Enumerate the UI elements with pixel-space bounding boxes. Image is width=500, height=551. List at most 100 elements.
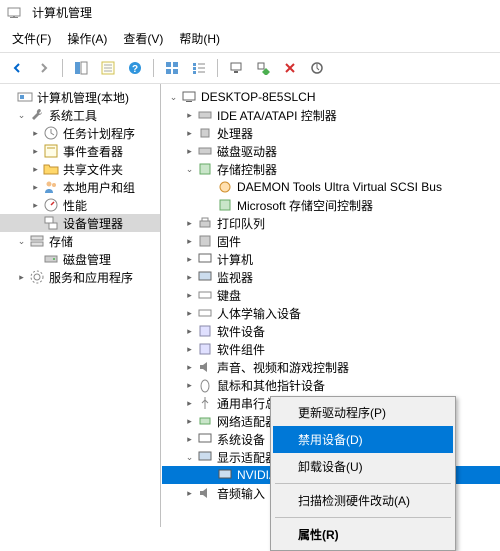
view-list-icon[interactable] xyxy=(187,56,211,80)
collapse-icon[interactable]: ⌄ xyxy=(166,92,181,103)
toolbar: ? xyxy=(0,52,500,84)
device-category[interactable]: ▸处理器 xyxy=(162,124,500,142)
expand-icon[interactable]: ▸ xyxy=(182,146,197,157)
enable-icon[interactable] xyxy=(251,56,275,80)
tree-disk-mgmt[interactable]: ▸磁盘管理 xyxy=(0,250,160,268)
ctx-update-driver[interactable]: 更新驱动程序(P) xyxy=(273,399,453,426)
label: 系统工具 xyxy=(49,107,97,124)
expand-icon[interactable]: ▸ xyxy=(28,164,43,175)
keyboard-icon xyxy=(197,287,213,303)
menu-help[interactable]: 帮助(H) xyxy=(171,27,228,50)
label: 音频输入 xyxy=(217,485,265,502)
view-small-icon[interactable] xyxy=(160,56,184,80)
device-category[interactable]: ▸鼠标和其他指针设备 xyxy=(162,376,500,394)
collapse-icon[interactable]: ⌄ xyxy=(182,452,197,463)
expand-icon[interactable]: ▸ xyxy=(182,272,197,283)
label: 系统设备 xyxy=(217,431,265,448)
expand-icon[interactable]: ▸ xyxy=(28,146,43,157)
ctx-disable-device[interactable]: 禁用设备(D) xyxy=(273,426,453,453)
device-category[interactable]: ▸声音、视频和游戏控制器 xyxy=(162,358,500,376)
ctx-scan-hardware[interactable]: 扫描检测硬件改动(A) xyxy=(273,487,453,514)
device-category[interactable]: ▸IDE ATA/ATAPI 控制器 xyxy=(162,106,500,124)
hid-icon xyxy=(197,305,213,321)
expand-icon[interactable]: ▸ xyxy=(182,254,197,265)
device-category[interactable]: ▸打印队列 xyxy=(162,214,500,232)
show-hide-tree-button[interactable] xyxy=(69,56,93,80)
properties-icon[interactable] xyxy=(96,56,120,80)
label: DAEMON Tools Ultra Virtual SCSI Bus xyxy=(237,180,442,194)
expand-icon[interactable]: ▸ xyxy=(182,290,197,301)
context-menu: 更新驱动程序(P) 禁用设备(D) 卸载设备(U) 扫描检测硬件改动(A) 属性… xyxy=(270,396,456,551)
audio-icon xyxy=(197,485,213,501)
tree-local-users[interactable]: ▸本地用户和组 xyxy=(0,178,160,196)
device-category[interactable]: ▸软件设备 xyxy=(162,322,500,340)
expand-icon[interactable]: ▸ xyxy=(182,362,197,373)
expand-icon[interactable]: ▸ xyxy=(182,488,197,499)
expand-icon[interactable]: ▸ xyxy=(182,380,197,391)
device-item[interactable]: ▸DAEMON Tools Ultra Virtual SCSI Bus xyxy=(162,178,500,196)
tree-services[interactable]: ▸ 服务和应用程序 xyxy=(0,268,160,286)
expand-icon[interactable]: ▸ xyxy=(182,308,197,319)
monitor-icon xyxy=(197,269,213,285)
svg-text:?: ? xyxy=(132,64,138,75)
device-category[interactable]: ▸固件 xyxy=(162,232,500,250)
device-category[interactable]: ▸键盘 xyxy=(162,286,500,304)
expand-icon[interactable]: ▸ xyxy=(182,344,197,355)
uninstall-icon[interactable] xyxy=(278,56,302,80)
expand-icon[interactable]: ▸ xyxy=(28,128,43,139)
tree-system-tools[interactable]: ⌄ 系统工具 xyxy=(0,106,160,124)
collapse-icon[interactable]: ⌄ xyxy=(14,236,29,247)
menu-file[interactable]: 文件(F) xyxy=(4,27,59,50)
device-category[interactable]: ▸监视器 xyxy=(162,268,500,286)
expand-icon[interactable]: ▸ xyxy=(28,200,43,211)
collapse-icon[interactable]: ⌄ xyxy=(14,110,29,121)
cpu-icon xyxy=(197,125,213,141)
device-category[interactable]: ▸软件组件 xyxy=(162,340,500,358)
forward-button[interactable] xyxy=(32,56,56,80)
device-category[interactable]: ▸计算机 xyxy=(162,250,500,268)
menu-action[interactable]: 操作(A) xyxy=(59,27,115,50)
tree-device-manager[interactable]: ▸设备管理器 xyxy=(0,214,160,232)
expand-icon[interactable]: ▸ xyxy=(28,182,43,193)
device-category[interactable]: ▸磁盘驱动器 xyxy=(162,142,500,160)
expand-icon[interactable]: ▸ xyxy=(182,110,197,121)
device-host[interactable]: ⌄DESKTOP-8E5SLCH xyxy=(162,88,500,106)
back-button[interactable] xyxy=(5,56,29,80)
expand-icon[interactable]: ▸ xyxy=(182,128,197,139)
ide-icon xyxy=(197,107,213,123)
scan-icon[interactable] xyxy=(305,56,329,80)
expand-icon[interactable]: ▸ xyxy=(182,218,197,229)
menu-view[interactable]: 查看(V) xyxy=(115,27,171,50)
expand-icon[interactable]: ▸ xyxy=(182,416,197,427)
label: 任务计划程序 xyxy=(63,125,135,142)
device-item[interactable]: ▸Microsoft 存储空间控制器 xyxy=(162,196,500,214)
tree-performance[interactable]: ▸性能 xyxy=(0,196,160,214)
expand-icon[interactable]: ▸ xyxy=(182,236,197,247)
expand-icon[interactable]: ▸ xyxy=(182,398,197,409)
collapse-icon[interactable]: ⌄ xyxy=(182,164,197,175)
services-icon xyxy=(29,269,45,285)
printer-icon xyxy=(197,215,213,231)
tree-event-viewer[interactable]: ▸ 事件查看器 xyxy=(0,142,160,160)
tree-root[interactable]: ▸计算机管理(本地) xyxy=(0,88,160,106)
system-dev-icon xyxy=(197,431,213,447)
mmc-icon xyxy=(17,89,33,105)
help-icon[interactable]: ? xyxy=(123,56,147,80)
tree-task-scheduler[interactable]: ▸ 任务计划程序 xyxy=(0,124,160,142)
expand-icon[interactable]: ▸ xyxy=(14,272,29,283)
device-category[interactable]: ▸人体学输入设备 xyxy=(162,304,500,322)
expand-icon[interactable]: ▸ xyxy=(182,326,197,337)
tree-storage[interactable]: ⌄存储 xyxy=(0,232,160,250)
ctx-separator xyxy=(275,517,451,518)
toolbar-separator xyxy=(217,59,218,77)
label: 服务和应用程序 xyxy=(49,269,133,286)
device-category[interactable]: ⌄存储控制器 xyxy=(162,160,500,178)
storage-ctrl-icon xyxy=(197,161,213,177)
computer-icon[interactable] xyxy=(224,56,248,80)
ctx-properties[interactable]: 属性(R) xyxy=(273,521,453,548)
sound-icon xyxy=(197,359,213,375)
label: 事件查看器 xyxy=(63,143,123,160)
ctx-uninstall-device[interactable]: 卸载设备(U) xyxy=(273,453,453,480)
expand-icon[interactable]: ▸ xyxy=(182,434,197,445)
tree-shared-folders[interactable]: ▸共享文件夹 xyxy=(0,160,160,178)
